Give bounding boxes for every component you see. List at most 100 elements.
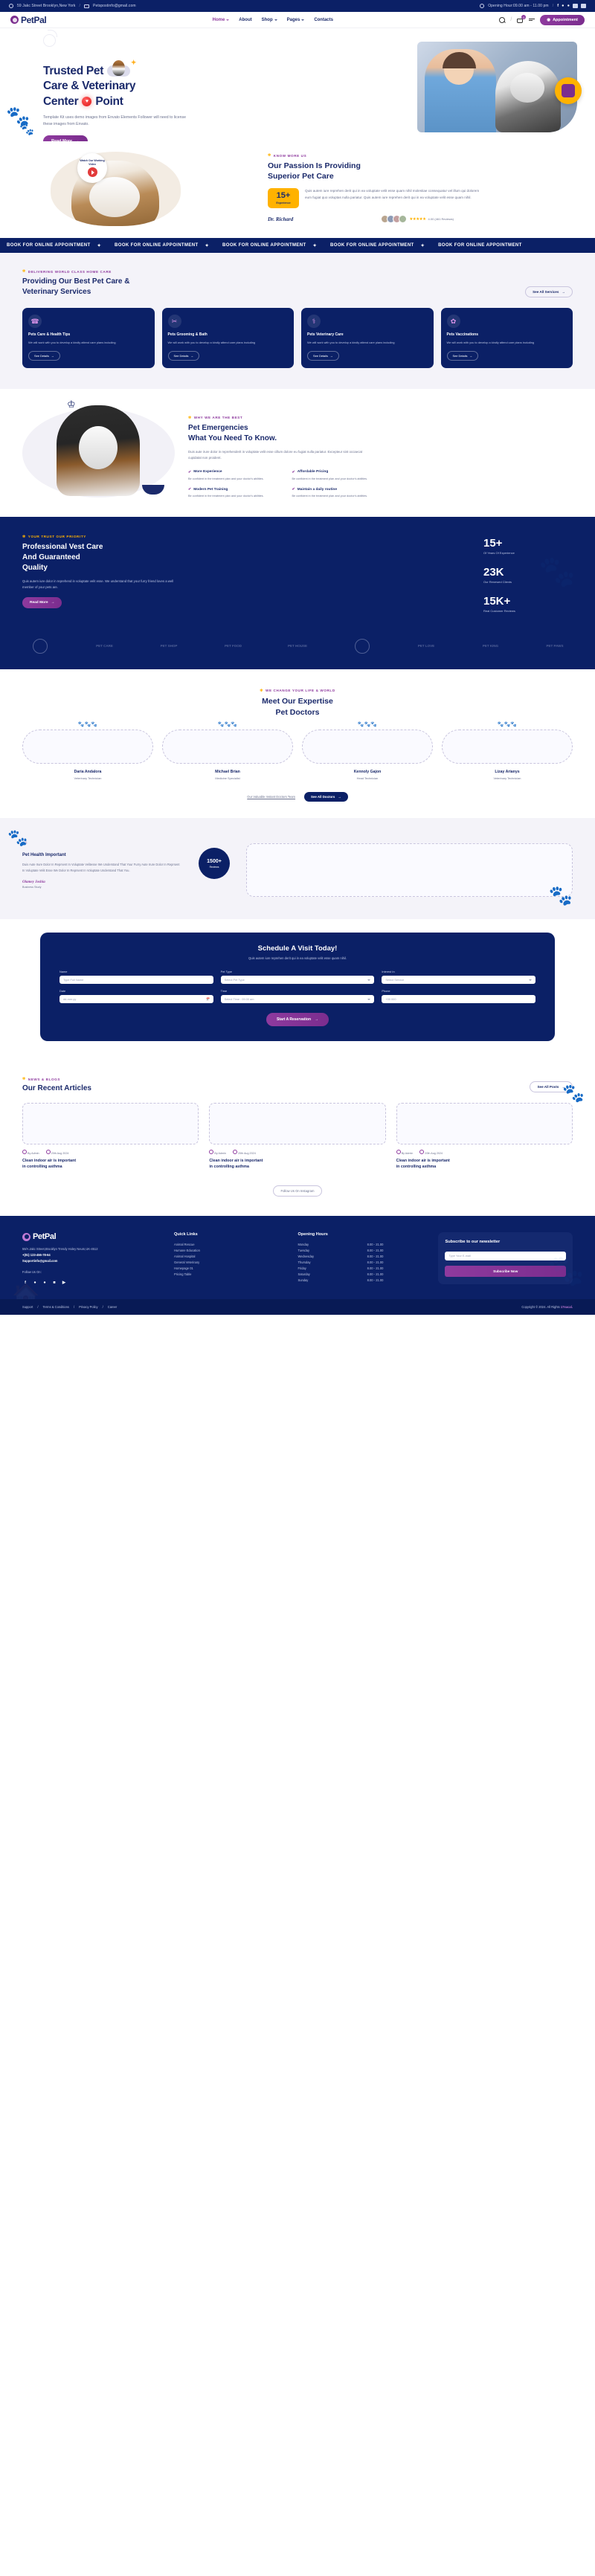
cart-icon[interactable]: 0: [517, 15, 527, 23]
footer-link[interactable]: General Veterinary: [174, 1260, 286, 1266]
blog-meta: By Admin 20th Aug 2024: [396, 1150, 573, 1155]
testimonial-wrapper: ❝ Pet Health Important Duis Aute Irure D…: [22, 837, 573, 898]
search-icon[interactable]: [499, 16, 506, 23]
marquee-item: BOOK FOR ONLINE APPOINTMENT: [431, 243, 529, 248]
appointment-button[interactable]: ◉ Appointment: [540, 14, 585, 25]
whatsapp-icon[interactable]: ●: [42, 1280, 48, 1286]
topbar-email[interactable]: Petspostinfo@gmail.com: [93, 4, 136, 8]
blog-meta: By Admin 20th Aug 2024: [209, 1150, 385, 1155]
service-details-button[interactable]: See Details →: [167, 350, 200, 361]
blog-card[interactable]: By Admin 20th Aug 2024 Clean indoor air …: [209, 1103, 386, 1171]
hero-badge: [555, 77, 582, 104]
service-card[interactable]: ☎ Pets Care & Health Tips We will work w…: [22, 308, 155, 368]
service-card[interactable]: ⚕ Pets Veterinary Care We will work with…: [301, 308, 434, 368]
blog-post-title: Clean indoor air is important in control…: [22, 1159, 199, 1171]
name-input[interactable]: Type Full Name: [60, 976, 213, 985]
see-all-doctors-button[interactable]: See All Doctors →: [304, 792, 348, 802]
support-link[interactable]: Support: [22, 1305, 33, 1309]
footer-link[interactable]: Pricing Table: [174, 1272, 286, 1278]
about-footer: Dr. Richard ★★★★★ 4.00 (461 Reviews): [268, 215, 454, 224]
doctor-card[interactable]: 🐾🐾🐾 Daria Andalora Veterinary Technician: [22, 722, 153, 780]
feature-title: Maintain a daily routine: [292, 487, 386, 492]
time-select[interactable]: Select Time : 09.00 am: [220, 995, 375, 1004]
quote-icon: ❝: [22, 839, 28, 851]
nav-item-shop[interactable]: Shop: [262, 18, 277, 22]
footer-link[interactable]: Homepage 01: [174, 1266, 286, 1272]
blog-author: By Admin: [396, 1150, 413, 1155]
logo[interactable]: PetPal: [10, 15, 47, 25]
footer-email[interactable]: Supportinfo@gmail.com: [22, 1258, 162, 1264]
hours-day: Monday: [298, 1243, 309, 1247]
blog-header: NEWS & BLOGS Our Recent Articles See All…: [22, 1077, 573, 1093]
footer-link[interactable]: Animal Hospital: [174, 1254, 286, 1260]
service-card[interactable]: ✂ Pets Grooming & Bath We will work with…: [161, 308, 294, 368]
doctor-card[interactable]: 🐾🐾🐾 Lizay Arianys Veterinary Technician: [442, 722, 573, 780]
chevron-down-icon: [367, 998, 371, 1000]
start-reservation-button[interactable]: Start A Reservation →: [266, 1013, 329, 1027]
whatsapp-icon[interactable]: ●: [567, 4, 570, 8]
facebook-icon[interactable]: f: [22, 1280, 28, 1286]
watch-video-badge[interactable]: Watch Our Working Video: [77, 153, 107, 183]
blog-card[interactable]: By Admin 20th Aug 2024 Clean indoor air …: [22, 1103, 199, 1171]
doctor-photo: 🐾🐾🐾: [22, 722, 153, 764]
follow-instagram-button[interactable]: Follow Us On Instagram: [272, 1185, 323, 1197]
pet-type-select[interactable]: Select Pet Type: [220, 976, 375, 985]
see-all-posts-button[interactable]: See All Posts →: [530, 1081, 573, 1093]
twitter-icon[interactable]: ●: [562, 4, 564, 8]
doctor-name: Michael Brian: [215, 770, 240, 775]
hero-image: [417, 42, 577, 132]
footer-grid: PetPal 59/A Jakc Street,Brooklyn Trendy …: [22, 1232, 573, 1286]
terms-link[interactable]: Terms & Conditions: [42, 1305, 69, 1309]
footer-hours-column: Opening Hours Monday 8.00 - 21.00 Tuesda…: [298, 1232, 426, 1286]
hero-read-more-button[interactable]: Read More →: [43, 135, 88, 141]
menu-toggle-icon[interactable]: [529, 18, 536, 22]
service-details-button[interactable]: See Details →: [446, 350, 479, 361]
location-icon: [9, 4, 13, 8]
reviews-number: 1500+: [207, 858, 222, 864]
youtube-icon[interactable]: ▶: [61, 1280, 67, 1286]
doctor-name: Daria Andalora: [74, 770, 102, 775]
doctors-title-line2: Pet Doctors: [275, 707, 320, 717]
phone-input[interactable]: +00 000: [382, 995, 536, 1004]
footer-link[interactable]: Animal Rescue: [174, 1242, 286, 1248]
feature-item: Affordable Pricing Be confident in the t…: [292, 470, 386, 482]
topbar-separator-2: /: [552, 4, 554, 8]
stats-read-more-button[interactable]: Read More →: [22, 597, 62, 609]
service-desc: We will work with you to develop a kindl…: [28, 341, 116, 344]
nav-item-about[interactable]: About: [239, 18, 251, 22]
facebook-icon[interactable]: f: [557, 4, 559, 8]
copyright-text: Copyright © 2024. All Rights: [521, 1304, 561, 1309]
service-details-button[interactable]: See Details →: [307, 350, 339, 361]
why-us-eyebrow: WHY WE ARE THE BEST: [188, 416, 573, 420]
blog-footer: Follow Us On Instagram: [22, 1182, 573, 1197]
newsletter-email-input[interactable]: Type Your E-mail: [445, 1251, 566, 1260]
twitter-icon[interactable]: ●: [32, 1280, 38, 1286]
interest-select[interactable]: Select Service: [382, 976, 536, 985]
date-input[interactable]: dd-mm-yy 📅: [60, 995, 213, 1004]
form-field-phone: Phone +00 000: [382, 989, 536, 1004]
service-details-button[interactable]: See Details →: [28, 350, 60, 361]
youtube-icon[interactable]: [581, 4, 586, 8]
see-all-services-button[interactable]: See All Services →: [525, 286, 573, 297]
privacy-link[interactable]: Privacy Policy: [79, 1305, 97, 1309]
subscribe-button[interactable]: Subscribe Now: [445, 1265, 566, 1277]
career-link[interactable]: Career: [108, 1305, 118, 1309]
service-card[interactable]: ✿ Pets Vaccinations We will work with yo…: [440, 308, 573, 368]
footer-link[interactable]: Humane Education: [174, 1248, 286, 1254]
nav-item-contacts[interactable]: Contacts: [314, 18, 333, 22]
doctor-card[interactable]: 🐾🐾🐾 Kennoly Gajon Head Technician: [302, 722, 433, 780]
instagram-icon[interactable]: [573, 4, 578, 8]
schedule-form: Name Type Full Name Pet Type Select Pet …: [60, 970, 536, 1004]
footer-logo[interactable]: PetPal: [22, 1232, 162, 1241]
doctor-card[interactable]: 🐾🐾🐾 Michael Brian Medicine Specialist: [162, 722, 293, 781]
doctors-team-link[interactable]: Our Valuable Instant Doctors Team: [247, 795, 295, 799]
footer-phone[interactable]: +(81) 123-456-78-64: [22, 1252, 162, 1258]
nav-item-pages[interactable]: Pages: [287, 18, 305, 22]
arrow-right-icon: →: [315, 1017, 319, 1023]
instagram-icon[interactable]: ■: [51, 1280, 57, 1286]
doctor-role: Medicine Specialist: [215, 776, 240, 781]
blog-card[interactable]: By Admin 20th Aug 2024 Clean indoor air …: [396, 1103, 573, 1171]
blog-post-title: Clean indoor air is important in control…: [396, 1159, 573, 1171]
nav-item-home[interactable]: Home: [213, 18, 230, 22]
calendar-icon: ◉: [547, 17, 551, 22]
